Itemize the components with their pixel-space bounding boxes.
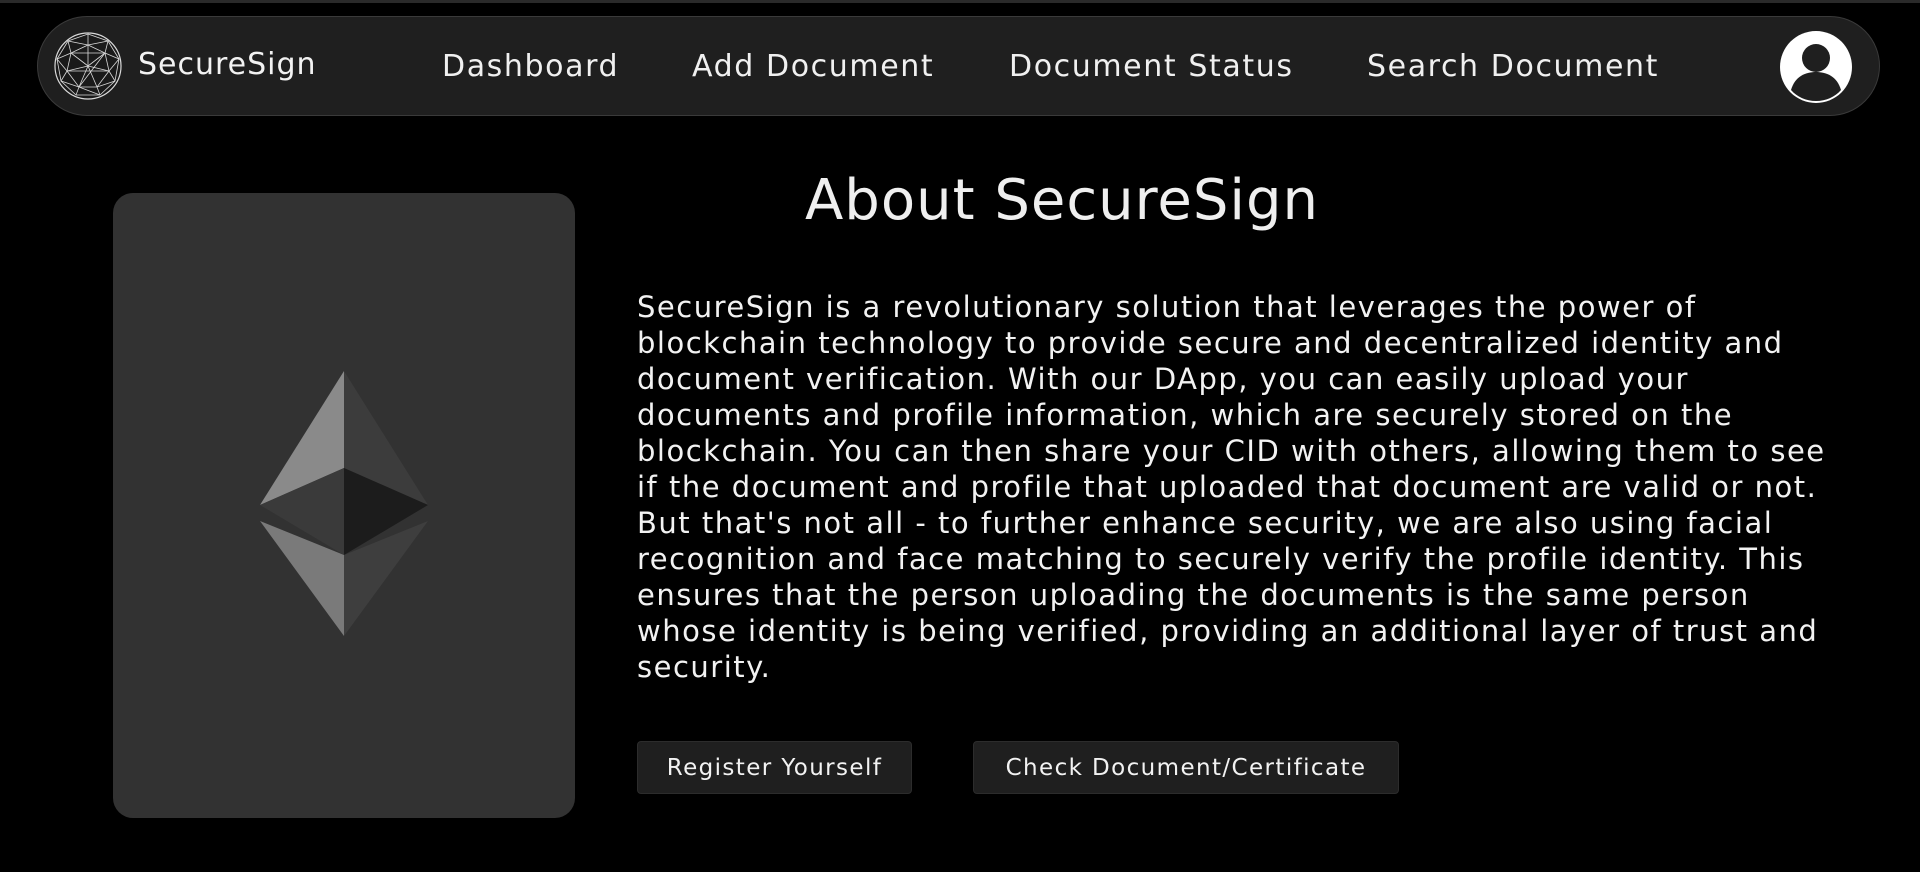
top-border bbox=[0, 0, 1920, 3]
nav-link-add-document[interactable]: Add Document bbox=[692, 49, 934, 85]
ethereum-card bbox=[113, 193, 575, 818]
about-description: SecureSign is a revolutionary solution t… bbox=[637, 290, 1826, 684]
ethereum-icon bbox=[260, 371, 428, 636]
user-avatar-icon[interactable] bbox=[1780, 31, 1852, 103]
navbar: SecureSign Dashboard Add Document Docume… bbox=[37, 16, 1880, 116]
nav-link-document-status[interactable]: Document Status bbox=[1009, 49, 1294, 85]
register-yourself-button[interactable]: Register Yourself bbox=[637, 741, 912, 794]
brand-name[interactable]: SecureSign bbox=[138, 47, 317, 83]
check-document-button[interactable]: Check Document/Certificate bbox=[973, 741, 1399, 794]
page-title: About SecureSign bbox=[804, 168, 1320, 233]
nav-link-search-document[interactable]: Search Document bbox=[1367, 49, 1659, 85]
globe-network-icon[interactable] bbox=[53, 31, 123, 101]
nav-link-dashboard[interactable]: Dashboard bbox=[442, 49, 619, 85]
